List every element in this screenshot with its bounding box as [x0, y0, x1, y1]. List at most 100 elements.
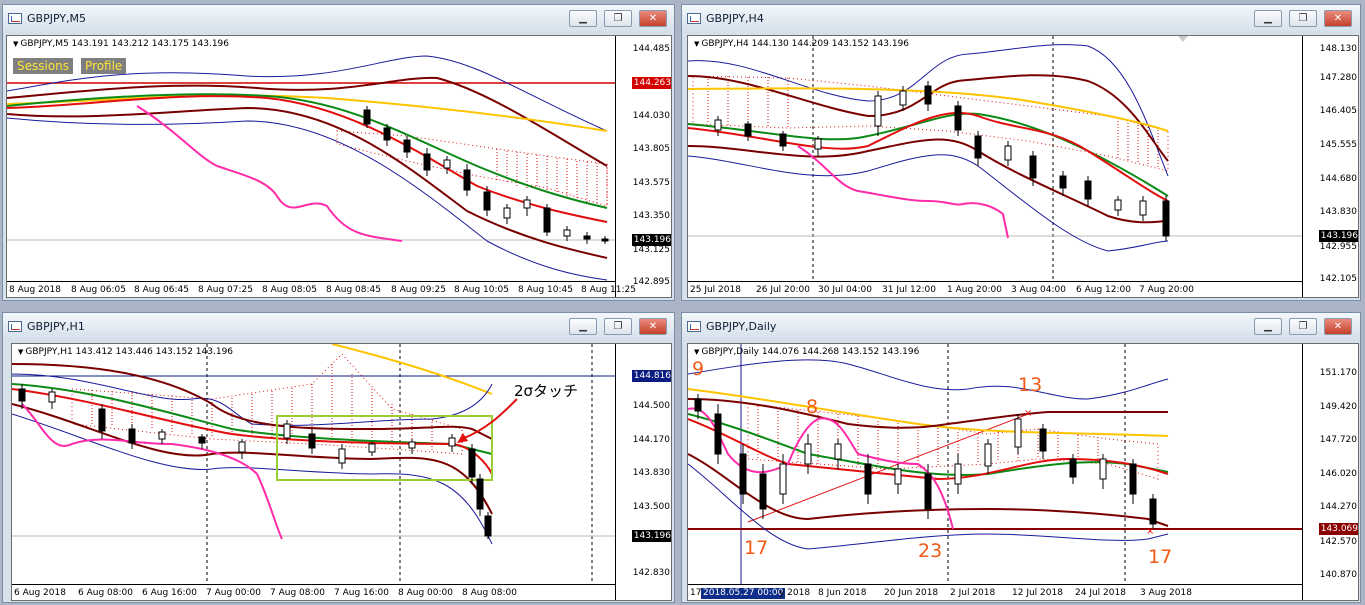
y-tick: 144.270	[1319, 502, 1357, 512]
x-tick: 7 Aug 16:00	[334, 588, 389, 598]
x-tick: 6 Aug 16:00	[142, 588, 197, 598]
window-title: GBPJPY,H1	[27, 320, 85, 333]
annotation-count: 23	[918, 540, 943, 562]
minimize-button[interactable]: ▁	[1254, 318, 1282, 335]
y-tick: 142.955	[1319, 242, 1357, 252]
chart-window-h4[interactable]: GBPJPY,H4 ▁ ❐ ✕ ▼ GBPJPY,H4 144.130 144.…	[681, 4, 1361, 301]
x-tick: 31 Jul 12:00	[882, 285, 936, 295]
x-tick: 8 Aug 08:00	[462, 588, 517, 598]
touch-note: 2σタッチ	[514, 382, 579, 400]
time-axis: 8 Aug 2018 8 Aug 06:05 8 Aug 06:45 8 Aug…	[7, 281, 636, 297]
time-axis: 17 2018.05.27 00:00 y 2018 8 Jun 2018 20…	[688, 584, 1302, 600]
x-tick: 2 Jul 2018	[950, 588, 996, 598]
price-chart[interactable]: ▼ GBPJPY,H1 143.412 143.446 143.152 143.1…	[11, 343, 672, 601]
close-button[interactable]: ✕	[1324, 10, 1352, 27]
annotation-count: 13	[1018, 374, 1043, 396]
window-titlebar[interactable]: GBPJPY,Daily ▁ ❐ ✕	[682, 313, 1360, 341]
x-tick: 6 Aug 2018	[14, 588, 66, 598]
chart-icon	[8, 321, 22, 332]
chart-window-h1[interactable]: GBPJPY,H1 ▁ ❐ ✕ ▼ GBPJPY,H1 143.412 143.…	[2, 312, 675, 603]
candles	[714, 81, 1170, 241]
x-tick: 8 Aug 09:25	[391, 285, 446, 295]
x-tick: 1 Aug 20:00	[947, 285, 1002, 295]
x-tick: 8 Aug 08:45	[326, 285, 381, 295]
price-axis: 144.485 144.263 144.030 143.805 143.575 …	[615, 36, 671, 297]
y-tick: 142.895	[632, 277, 670, 287]
x-tick: 8 Aug 11:25	[581, 285, 636, 295]
bollinger-upper-1	[688, 398, 1168, 429]
x-tick: 8 Aug 10:45	[518, 285, 573, 295]
y-tick: 142.105	[1319, 274, 1357, 284]
price-tag: 144.263	[631, 77, 671, 89]
close-button[interactable]: ✕	[639, 318, 667, 335]
x-tick: 8 Aug 2018	[9, 285, 61, 295]
y-tick: 149.420	[1319, 402, 1357, 412]
restore-button[interactable]: ❐	[1289, 10, 1317, 27]
window-titlebar[interactable]: GBPJPY,M5 ▁ ❐ ✕	[3, 5, 674, 33]
price-tag: 143.196	[631, 530, 671, 542]
chikou-span	[797, 145, 1009, 239]
minimize-button[interactable]: ▁	[569, 10, 597, 27]
chart-header: ▼ GBPJPY,H1 143.412 143.446 143.152 143.1…	[18, 347, 234, 357]
candles	[18, 384, 492, 539]
triangle-down-icon: ▼	[13, 40, 19, 48]
price-chart[interactable]: ▼ GBPJPY,M5 143.191 143.212 143.175 143.1…	[6, 35, 672, 298]
x-tick: 8 Aug 07:25	[198, 285, 253, 295]
profile-button[interactable]: Profile	[81, 58, 127, 74]
x-tick: 7 Aug 20:00	[1139, 285, 1194, 295]
triangle-down-icon: ▼	[18, 348, 24, 356]
y-tick: 140.870	[1319, 570, 1357, 580]
close-button[interactable]: ✕	[639, 10, 667, 27]
y-tick: 145.555	[1319, 140, 1357, 150]
chart-window-m5[interactable]: GBPJPY,M5 ▁ ❐ ✕ ▼ GBPJPY,M5 143.191 143.…	[2, 4, 675, 301]
price-axis: 148.130 147.280 146.405 145.555 144.680 …	[1302, 36, 1358, 297]
minimize-button[interactable]: ▁	[1254, 10, 1282, 27]
sessions-button[interactable]: Sessions	[13, 58, 74, 74]
y-tick: 143.500	[632, 502, 670, 512]
y-tick: 146.405	[1319, 106, 1357, 116]
chart-canvas	[7, 36, 627, 281]
x-tick: 8 Aug 00:00	[398, 588, 453, 598]
y-tick: 143.830	[632, 468, 670, 478]
x-tick: 30 Jul 04:00	[818, 285, 872, 295]
window-title: GBPJPY,Daily	[706, 320, 777, 333]
y-tick: 148.130	[1319, 44, 1357, 54]
annotation-count: 8	[806, 396, 819, 418]
chart-icon	[687, 13, 701, 24]
x-tick: 26 Jul 20:00	[756, 285, 810, 295]
arrow-line	[461, 398, 518, 440]
y-tick: 143.575	[632, 178, 670, 188]
close-button[interactable]: ✕	[1324, 318, 1352, 335]
restore-button[interactable]: ❐	[1289, 318, 1317, 335]
chart-canvas	[688, 36, 1308, 281]
window-titlebar[interactable]: GBPJPY,H1 ▁ ❐ ✕	[3, 313, 674, 341]
price-tag: 143.196	[1318, 230, 1358, 242]
restore-button[interactable]: ❐	[604, 318, 632, 335]
x-tick: 8 Aug 06:45	[134, 285, 189, 295]
x-tick: 7 Aug 00:00	[206, 588, 261, 598]
x-tick: 3 Aug 04:00	[1011, 285, 1066, 295]
chart-header: ▼ GBPJPY,H4 144.130 144.209 143.152 143.1…	[694, 39, 910, 49]
y-tick: 144.500	[632, 401, 670, 411]
chart-window-daily[interactable]: GBPJPY,Daily ▁ ❐ ✕ × × ▼ GBPJPY,Daily 14…	[681, 312, 1361, 603]
price-chart[interactable]: × × ▼ GBPJPY,Daily 144.076 144.268 143.15…	[687, 343, 1359, 601]
x-tick: 6 Aug 12:00	[1076, 285, 1131, 295]
sma-green	[688, 112, 1169, 197]
bollinger-lower-2	[688, 154, 1169, 252]
minimize-button[interactable]: ▁	[569, 318, 597, 335]
annotation-count: 9	[692, 358, 705, 380]
window-title: GBPJPY,M5	[27, 12, 87, 25]
x-tick: 20 Jun 2018	[884, 588, 939, 598]
window-title: GBPJPY,H4	[706, 12, 764, 25]
window-titlebar[interactable]: GBPJPY,H4 ▁ ❐ ✕	[682, 5, 1360, 33]
marker-cross: ×	[1146, 526, 1154, 537]
restore-button[interactable]: ❐	[604, 10, 632, 27]
price-chart[interactable]: ▼ GBPJPY,H4 144.130 144.209 143.152 143.1…	[687, 35, 1359, 298]
y-tick: 151.170	[1319, 368, 1357, 378]
triangle-down-icon: ▼	[694, 40, 700, 48]
triangle-down-icon: ▼	[694, 348, 700, 356]
chart-header: ▼ GBPJPY,Daily 144.076 144.268 143.152 14…	[694, 347, 920, 357]
x-tick: 7 Aug 08:00	[270, 588, 325, 598]
chart-header: ▼ GBPJPY,M5 143.191 143.212 143.175 143.1…	[13, 39, 230, 49]
x-tick: 24 Jul 2018	[1075, 588, 1126, 598]
